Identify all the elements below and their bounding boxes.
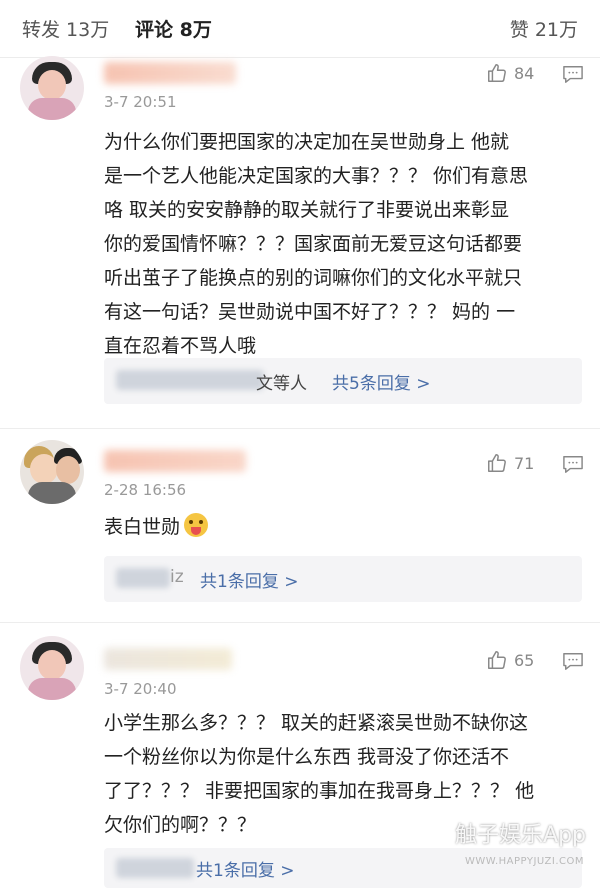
divider — [0, 428, 600, 429]
reply-summary[interactable]: 共1条回复 > — [104, 848, 582, 888]
comment-tab-bar: 转发 13万 评论 8万 赞 21万 — [0, 0, 600, 58]
avatar[interactable] — [20, 440, 84, 504]
like-count: 71 — [514, 453, 535, 473]
like-button[interactable]: 71 — [486, 452, 534, 474]
thumbs-up-icon — [488, 651, 506, 669]
comment-time: 2-28 16:56 — [104, 481, 187, 499]
reply-icon[interactable] — [562, 454, 584, 474]
username-blurred[interactable] — [104, 62, 236, 84]
reply-suffix: 文等人 — [256, 374, 307, 394]
tab-comments[interactable]: 评论 8万 — [135, 15, 212, 42]
view-replies-link[interactable]: 共1条回复 > — [200, 567, 298, 592]
replier-names-blurred — [116, 568, 170, 588]
comment-time: 3-7 20:51 — [104, 93, 177, 111]
comment-text: 表白世勋 — [104, 510, 586, 544]
username-blurred[interactable] — [104, 450, 246, 472]
like-count: 65 — [514, 650, 535, 670]
like-button[interactable]: 65 — [486, 649, 534, 671]
watermark-logo: 触子娱乐App — [455, 823, 586, 848]
comment-time: 3-7 20:40 — [104, 680, 177, 698]
tongue-emoji-icon — [184, 513, 209, 537]
like-button[interactable]: 84 — [486, 62, 534, 84]
tab-reposts[interactable]: 转发 13万 — [22, 15, 109, 42]
view-replies-link[interactable]: 共5条回复 > — [332, 369, 430, 394]
thumbs-up-icon — [488, 454, 506, 472]
divider — [0, 622, 600, 623]
replier-names-blurred — [116, 370, 264, 390]
view-replies-link[interactable]: 共1条回复 > — [196, 856, 294, 881]
tab-likes[interactable]: 赞 21万 — [510, 15, 578, 42]
replier-names-blurred — [116, 858, 194, 878]
reply-icon[interactable] — [562, 64, 584, 84]
username-blurred[interactable] — [104, 648, 232, 670]
reply-suffix: iz — [170, 567, 184, 587]
watermark-url: WWW.HAPPYJUZI.COM — [464, 856, 584, 867]
avatar[interactable] — [20, 56, 84, 120]
avatar[interactable] — [20, 636, 84, 700]
like-count: 84 — [514, 63, 535, 83]
reply-summary[interactable]: 文等人 共5条回复 > — [104, 358, 582, 404]
thumbs-up-icon — [488, 64, 506, 82]
reply-icon[interactable] — [562, 651, 584, 671]
reply-summary[interactable]: iz 共1条回复 > — [104, 556, 582, 602]
comment-text: 为什么你们要把国家的决定加在吴世勋身上 他就 是一个艺人他能决定国家的大事？？？… — [104, 131, 529, 357]
